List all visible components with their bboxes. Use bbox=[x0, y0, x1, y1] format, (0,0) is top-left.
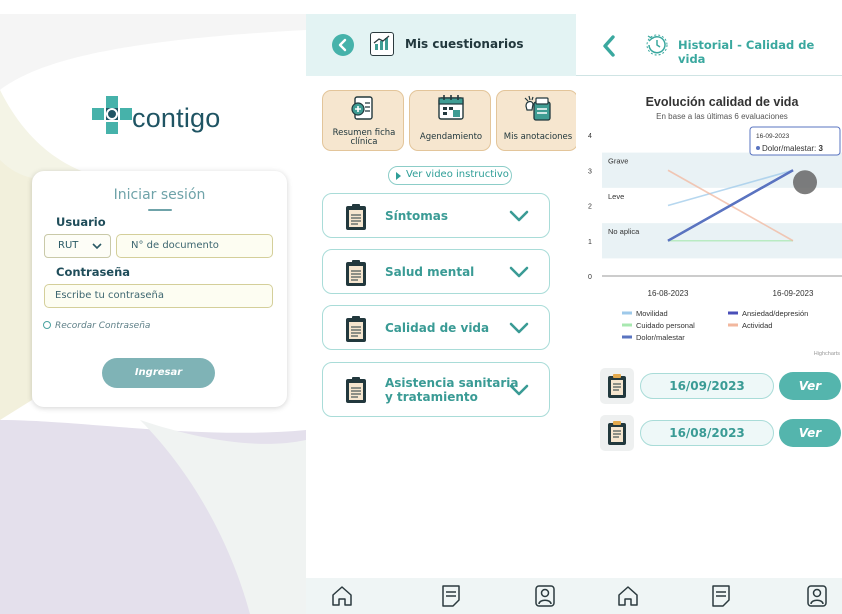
section-sintomas[interactable]: Síntomas bbox=[322, 193, 550, 238]
chevron-left-icon[interactable] bbox=[600, 34, 618, 58]
password-label: Contraseña bbox=[56, 265, 131, 279]
login-title: Iniciar sesión bbox=[113, 187, 206, 203]
tooltip-date: 16-09-2023 bbox=[756, 133, 790, 140]
page-title: Historial - Calidad de vida bbox=[678, 38, 815, 66]
view-evaluation-button[interactable]: Ver bbox=[779, 372, 841, 400]
bottom-tab-bar bbox=[306, 578, 576, 614]
document-type-select[interactable]: RUT bbox=[44, 234, 111, 258]
y-tick-label: 0 bbox=[588, 274, 592, 281]
section-asistencia-sanitaria[interactable]: Asistencia sanitaria y tratamiento bbox=[322, 362, 550, 417]
bottom-tab-bar bbox=[576, 578, 842, 614]
document-icon[interactable] bbox=[710, 584, 732, 608]
section-label: Salud mental bbox=[385, 265, 475, 279]
play-icon bbox=[396, 172, 401, 180]
tooltip-value: Dolor/malestar: 3 bbox=[762, 144, 823, 153]
legend-label: Dolor/malestar bbox=[636, 333, 685, 342]
y-tick-label: 4 bbox=[588, 133, 592, 140]
legend-label: Movilidad bbox=[636, 309, 668, 318]
clipboard-icon bbox=[346, 204, 366, 230]
login-screen: contigo Iniciar sesión Usuario RUT N° de… bbox=[0, 0, 306, 614]
legend-label: Cuidado personal bbox=[636, 321, 695, 330]
password-input[interactable]: Escribe tu contraseña bbox=[44, 284, 273, 308]
section-label: Síntomas bbox=[385, 209, 449, 223]
document-type-value: RUT bbox=[58, 240, 79, 251]
brand-name: contigo bbox=[132, 103, 221, 133]
video-label: Ver video instructivo bbox=[406, 169, 509, 180]
quick-action-label: Resumen ficha clínica bbox=[332, 128, 396, 147]
evaluation-date: 16/09/2023 bbox=[640, 373, 774, 399]
chart-tooltip: 16-09-2023 Dolor/malestar: 3 bbox=[749, 126, 841, 156]
home-icon[interactable] bbox=[330, 584, 354, 608]
chevron-down-icon bbox=[509, 384, 529, 396]
radio-icon bbox=[43, 321, 51, 329]
chart-board-icon bbox=[370, 32, 394, 56]
evaluation-row: 16/08/2023 Ver bbox=[600, 415, 841, 455]
home-icon[interactable] bbox=[616, 584, 640, 608]
quality-of-life-chart: Evolución calidad de vida En base a las … bbox=[588, 95, 842, 357]
y-tick-label: 2 bbox=[588, 204, 592, 211]
clipboard-icon bbox=[346, 377, 366, 403]
instructional-video-button[interactable]: Ver video instructivo bbox=[388, 166, 512, 185]
history-header: Historial - Calidad de vida bbox=[576, 14, 842, 76]
chevron-down-icon bbox=[92, 243, 102, 250]
clipboard-icon bbox=[346, 316, 366, 342]
questionnaires-header: Mis cuestionarios bbox=[306, 14, 576, 76]
questionnaires-screen: Mis cuestionarios Resumen ficha clínica … bbox=[306, 0, 578, 614]
x-tick-label: 16-09-2023 bbox=[773, 289, 814, 298]
band-label: Leve bbox=[608, 192, 624, 201]
legend-label: Actividad bbox=[742, 321, 772, 330]
quick-action-label: Agendamiento bbox=[419, 132, 483, 142]
hover-marker bbox=[793, 170, 817, 195]
clipboard-icon bbox=[600, 368, 634, 404]
quick-action-label: Mis anotaciones bbox=[503, 132, 573, 142]
back-button[interactable] bbox=[332, 34, 354, 56]
profile-icon[interactable] bbox=[534, 584, 556, 608]
scheduling-card[interactable]: Agendamiento bbox=[409, 90, 491, 151]
history-clock-icon bbox=[646, 34, 668, 56]
chart-credit: Highcharts bbox=[814, 351, 841, 357]
band-label: No aplica bbox=[608, 227, 640, 236]
clipboard-icon bbox=[600, 415, 634, 451]
document-number-input[interactable]: N° de documento bbox=[116, 234, 273, 258]
notes-icon bbox=[524, 95, 551, 121]
section-label: Calidad de vida bbox=[385, 321, 490, 335]
chart-subtitle: En base a las últimas 6 evaluaciones bbox=[656, 112, 788, 121]
chart-title: Evolución calidad de vida bbox=[646, 95, 800, 109]
document-icon[interactable] bbox=[440, 584, 462, 608]
chevron-left-icon bbox=[338, 38, 347, 52]
y-tick-label: 3 bbox=[588, 168, 592, 175]
clinical-file-icon bbox=[351, 96, 373, 120]
history-screen: Historial - Calidad de vida Evolución ca… bbox=[576, 0, 842, 614]
remember-label: Recordar Contraseña bbox=[55, 321, 151, 331]
login-card: Iniciar sesión Usuario RUT N° de documen… bbox=[32, 171, 287, 407]
chevron-down-icon bbox=[509, 266, 529, 278]
chevron-down-icon bbox=[509, 322, 529, 334]
page-title: Mis cuestionarios bbox=[405, 37, 524, 51]
band-label: Grave bbox=[608, 157, 628, 166]
clinical-summary-card[interactable]: Resumen ficha clínica bbox=[322, 90, 404, 151]
evaluation-date: 16/08/2023 bbox=[640, 420, 774, 446]
view-evaluation-button[interactable]: Ver bbox=[779, 419, 841, 447]
chevron-down-icon bbox=[509, 210, 529, 222]
title-underline bbox=[148, 209, 172, 211]
legend-label: Ansiedad/depresión bbox=[742, 309, 808, 318]
section-calidad-de-vida[interactable]: Calidad de vida bbox=[322, 305, 550, 350]
remember-password-option[interactable]: Recordar Contraseña bbox=[43, 321, 150, 331]
clipboard-icon bbox=[346, 260, 366, 286]
x-tick-label: 16-08-2023 bbox=[648, 289, 689, 298]
evaluation-row: 16/09/2023 Ver bbox=[600, 368, 841, 408]
profile-icon[interactable] bbox=[806, 584, 828, 608]
my-notes-card[interactable]: Mis anotaciones bbox=[496, 90, 578, 151]
login-button[interactable]: Ingresar bbox=[102, 358, 215, 388]
section-salud-mental[interactable]: Salud mental bbox=[322, 249, 550, 294]
user-label: Usuario bbox=[56, 215, 106, 229]
calendar-icon bbox=[438, 95, 464, 120]
section-label: Asistencia sanitaria y tratamiento bbox=[385, 376, 519, 404]
y-tick-label: 1 bbox=[588, 239, 592, 246]
tooltip-marker bbox=[756, 146, 760, 150]
